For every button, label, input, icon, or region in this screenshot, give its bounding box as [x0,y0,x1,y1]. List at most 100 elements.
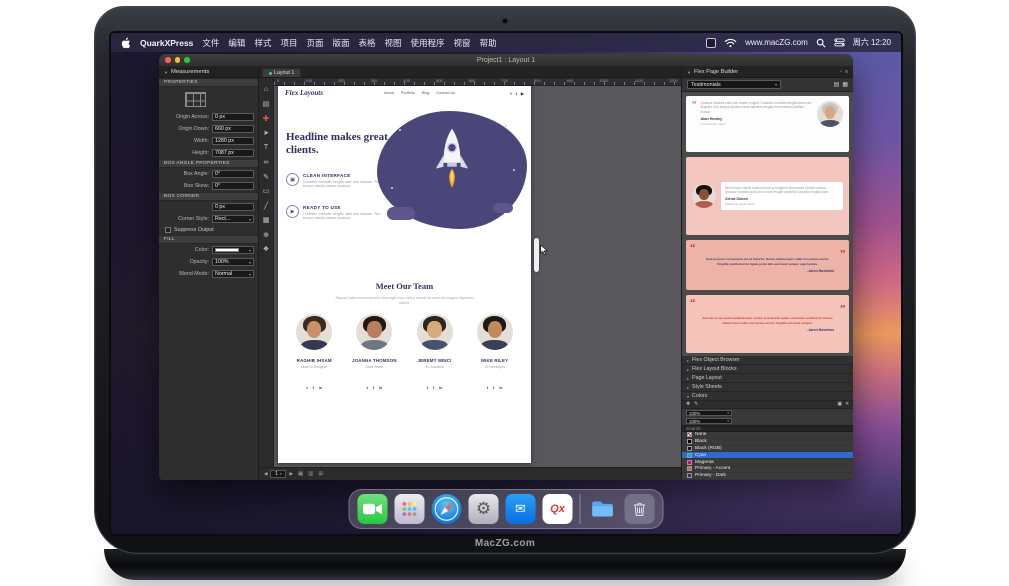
fill-color-select[interactable] [212,246,254,254]
reference-point-proxy[interactable] [159,87,258,111]
input-source-icon[interactable] [706,38,716,48]
view-pages-icon[interactable]: ▦ [298,471,303,477]
color-opacity-select[interactable]: 100% [686,418,732,425]
testimonial-block[interactable]: “ Quisque sodales nulla non ornare feugi… [686,96,849,152]
grid-view-icon[interactable]: ▦ [842,81,848,88]
colors-search[interactable] [682,425,853,432]
color-row-primary-dark[interactable]: Primary - Dark [682,473,853,480]
text-tool[interactable]: T [261,142,272,153]
color-row-black[interactable]: Black [682,439,853,446]
menubar-clock[interactable]: 周六 12:20 [853,37,891,48]
block-category-select[interactable]: Testimonials [687,80,781,89]
view-fit-icon[interactable]: ⊞ [318,471,323,477]
menu-layout[interactable]: 版面 [332,37,349,49]
edit-color-icon[interactable]: ✎ [694,402,698,407]
item-pointer-tool[interactable]: ➤ [261,128,272,139]
box-angle-section-header[interactable]: BOX ANGLE PROPERTIES [159,159,258,168]
add-color-icon[interactable]: ✚ [686,402,690,407]
trash-icon[interactable] [625,494,655,524]
menu-window[interactable]: 视窗 [454,37,471,49]
menu-file[interactable]: 文件 [202,37,219,49]
height-field[interactable]: 7087 px [212,149,254,157]
colors-search-input[interactable] [686,426,849,431]
next-page-button[interactable]: ▶ [289,471,292,477]
palette-title-bar[interactable]: ▼ Measurements [159,67,258,78]
line-tool[interactable]: ╱ [261,200,272,211]
testimonial-block[interactable]: “ “ Sed posuere consectetur est at lobor… [686,240,849,290]
origin-across-field[interactable]: 0 px [212,113,254,121]
menu-table[interactable]: 表格 [359,37,376,49]
corner-style-select[interactable]: Rect... [212,215,254,223]
panel-colors-header[interactable]: ▾Colors [682,392,853,401]
fill-section-header[interactable]: FILL [159,235,258,244]
color-row-none[interactable]: None [682,432,853,439]
box-angle-field[interactable]: 0° [212,170,254,178]
duplicate-color-icon[interactable]: ▣ [837,402,842,407]
pan-tool[interactable]: ❖ [261,244,272,255]
facetime-icon[interactable] [358,494,388,524]
control-center-icon[interactable] [834,38,845,47]
mail-icon[interactable]: ✉ [506,494,536,524]
menu-page[interactable]: 页面 [306,37,323,49]
menu-view[interactable]: 视图 [385,37,402,49]
color-row-cyan[interactable]: Cyan [682,452,853,459]
minimize-button[interactable] [175,57,181,63]
panel-flex-layout-blocks[interactable]: ▸Flex Layout Blocks [682,365,853,374]
menu-item[interactable]: 项目 [280,37,297,49]
blend-mode-select[interactable]: Normal [212,270,254,278]
checkbox-icon[interactable] [165,227,171,233]
opacity-field[interactable]: 100% [212,258,254,266]
system-preferences-icon[interactable]: ⚙ [469,494,499,524]
window-titlebar[interactable]: Project1 : Layout 1 [159,54,853,67]
prev-page-button[interactable]: ◀ [264,471,267,477]
suppress-output-checkbox[interactable]: Suppress Output [159,225,258,235]
color-row-magenta[interactable]: Magenta [682,459,853,466]
delete-color-icon[interactable]: ✕ [845,402,849,407]
apple-logo-icon[interactable] [121,37,131,49]
document-page[interactable]: Flex Layouts About Portfolio Blog Contac… [278,85,531,463]
page-number-select[interactable]: 1 [270,470,286,478]
list-view-icon[interactable]: ▤ [834,81,840,88]
page-grid-tool[interactable]: ▤ [261,99,272,110]
view-spread-icon[interactable]: ▥ [308,471,313,477]
width-field[interactable]: 1280 px [212,137,254,145]
menu-help[interactable]: 帮助 [480,37,497,49]
panel-page-layout[interactable]: ▸Page Layout [682,374,853,383]
canvas-scrollbar-thumb[interactable] [534,238,539,272]
menu-edit[interactable]: 编辑 [228,37,245,49]
box-tool[interactable]: ▭ [261,186,272,197]
color-row-black-rgb[interactable]: Black (RGB) [682,446,853,453]
testimonial-block[interactable]: “ “ Aenean eu leo quam pellentesque orna… [686,295,849,353]
detach-panel-icon[interactable]: ▫ [840,69,842,75]
search-icon[interactable] [816,38,826,48]
zoom-tool[interactable]: ⊕ [261,229,272,240]
properties-section-header[interactable]: PROPERTIES [159,78,258,87]
safari-icon[interactable] [432,494,462,524]
folder-icon[interactable] [588,494,618,524]
menu-style[interactable]: 样式 [254,37,271,49]
wifi-icon[interactable] [724,38,737,48]
corner-radius-field[interactable]: 0 px [212,203,254,211]
close-button[interactable] [165,57,171,63]
panel-style-sheets[interactable]: ▸Style Sheets [682,383,853,392]
shade-select[interactable]: 100% [686,410,732,417]
quarkxpress-dock-icon[interactable]: Qx [543,494,573,524]
launchpad-icon[interactable] [395,494,425,524]
panel-flex-object-browser[interactable]: ▸Flex Object Browser [682,356,853,365]
proxy-grid-icon[interactable] [185,92,206,107]
box-skew-field[interactable]: 0° [212,182,254,190]
zoom-button[interactable] [184,57,190,63]
testimonial-block[interactable]: Sed tempor iaculis massa faucibus feugia… [686,157,849,235]
box-corner-section-header[interactable]: BOX CORNER [159,192,258,201]
origin-down-field[interactable]: 660 px [212,125,254,133]
builder-title-bar[interactable]: ▼ Flex Page Builder ▫≡ [682,67,853,78]
menu-utilities[interactable]: 使用程序 [411,37,445,49]
add-item-tool[interactable]: ✚ [261,113,272,124]
color-row-primary-accent[interactable]: Primary - Accent [682,466,853,473]
menubar-app-name[interactable]: QuarkXPress [140,38,193,48]
layout-tab[interactable]: Layout 1 [262,68,301,77]
table-tool[interactable]: ▦ [261,215,272,226]
home-tool[interactable]: ⌂ [261,84,272,95]
panel-menu-icon[interactable]: ≡ [845,69,848,75]
pen-tool[interactable]: ✎ [261,171,272,182]
